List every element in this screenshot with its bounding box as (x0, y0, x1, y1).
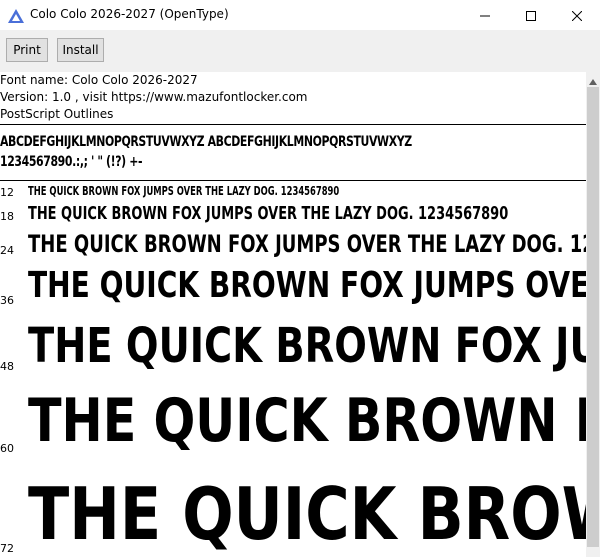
minimize-button[interactable] (462, 0, 508, 30)
close-button[interactable] (554, 0, 600, 30)
size-label: 24 (0, 244, 14, 257)
vertical-scrollbar[interactable] (586, 72, 600, 557)
font-app-icon (8, 8, 24, 23)
size-label: 48 (0, 360, 14, 373)
close-icon (571, 6, 583, 25)
outlines-line: PostScript Outlines (0, 107, 114, 121)
separator (0, 124, 586, 125)
size-label: 60 (0, 442, 14, 455)
print-button[interactable]: Print (6, 38, 48, 62)
size-label: 18 (0, 210, 14, 223)
sample-text: THE QUICK BROWN FOX JUMPS OVER THE LAZY … (28, 203, 509, 224)
scroll-up-button[interactable] (586, 72, 600, 86)
install-button[interactable]: Install (57, 38, 104, 62)
title-bar: Colo Colo 2026-2027 (OpenType) (0, 0, 600, 30)
scroll-up-arrow-icon (589, 70, 597, 89)
font-name-line: Font name: Colo Colo 2026-2027 (0, 73, 198, 87)
size-label: 12 (0, 186, 14, 199)
window-title: Colo Colo 2026-2027 (OpenType) (30, 7, 229, 21)
minimize-icon (480, 6, 490, 25)
charset-letters: ABCDEFGHIJKLMNOPQRSTUVWXYZ ABCDEFGHIJKLM… (0, 134, 412, 150)
version-line: Version: 1.0 , visit https://www.mazufon… (0, 90, 308, 104)
sample-text: THE QUICK BROWN FOX JUMPS OVER THE LAZY … (28, 230, 586, 258)
size-label: 72 (0, 542, 14, 555)
separator (0, 180, 586, 181)
maximize-icon (526, 6, 536, 25)
sample-text: THE QUICK BROWN FOX (28, 386, 586, 456)
sample-text: THE QUICK BROWN FOX JUMPS OVER THE LAZY … (28, 184, 340, 198)
toolbar: Print Install (0, 30, 600, 72)
font-preview-area: Font name: Colo Colo 2026-2027 Version: … (0, 72, 586, 557)
charset-digits: 1234567890.:,; ' " (!?) +- (0, 154, 143, 170)
sample-text: THE QUICK BROWN (28, 472, 586, 556)
maximize-button[interactable] (508, 0, 554, 30)
sample-text: THE QUICK BROWN FOX JUMPS (28, 318, 586, 374)
scroll-thumb[interactable] (587, 87, 599, 547)
size-label: 36 (0, 294, 14, 307)
sample-text: THE QUICK BROWN FOX JUMPS OVER THE LAZY … (28, 265, 586, 306)
